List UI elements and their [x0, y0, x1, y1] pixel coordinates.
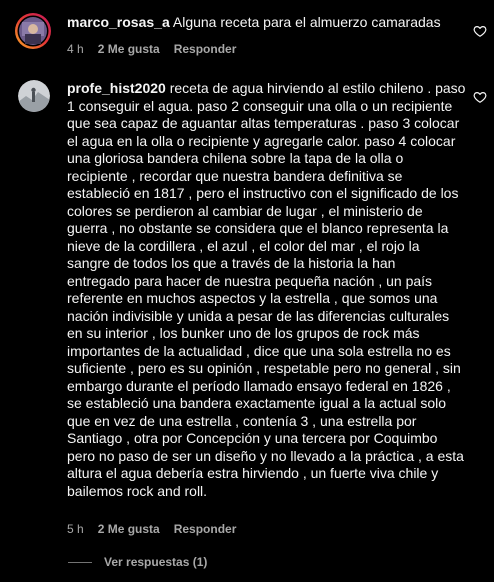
comment-text-line: sangre de todos los que a través de la h…: [67, 255, 396, 271]
view-replies-button[interactable]: Ver respuestas (1): [68, 555, 207, 569]
replies-divider: [68, 561, 92, 563]
comment-text-line: entregado para hacer de nuestra pequeña …: [67, 272, 433, 289]
comment-text-line: nación indivisible y unida a pesar de la…: [67, 307, 450, 324]
comment-text-line: colores se perdieron al cambiar de lugar…: [67, 202, 423, 219]
likes-count[interactable]: 2 Me gusta: [98, 42, 160, 56]
avatar-image: [18, 80, 50, 112]
comment-text-line: Santiago , otra por Concepción y una ter…: [67, 430, 438, 446]
avatar[interactable]: [14, 12, 52, 50]
comment-text-line: recipiente , recordar que nuestra bander…: [67, 167, 403, 184]
comment-username[interactable]: marco_rosas_a: [67, 14, 170, 30]
view-replies-label: Ver respuestas (1): [104, 555, 208, 569]
comment-text-line: en su interior , los bunker uno de los g…: [67, 325, 420, 341]
comment-text-line: que en vez de una estrella , contenía 3 …: [67, 412, 417, 429]
comment-text-line: receta de agua hirviendo al estilo chile…: [169, 80, 466, 96]
comments-panel: marco_rosas_a Alguna receta para el almu…: [0, 0, 494, 582]
likes-count[interactable]: 2 Me gusta: [98, 522, 160, 536]
comment-text-line: bailemos rock and roll.: [67, 482, 208, 499]
comment-meta: 5 h 2 Me gusta Responder: [67, 522, 236, 536]
comment-body: marco_rosas_a Alguna receta para el almu…: [67, 14, 467, 32]
comment-text: Alguna receta para el almuerzo camaradas: [172, 14, 441, 30]
comment-text-line: estableció en 1817 , pero el instructivo…: [67, 185, 459, 201]
comment-meta: 4 h 2 Me gusta Responder: [67, 42, 236, 56]
comment-body: profe_hist2020 receta de agua hirviendo …: [67, 80, 477, 500]
reply-button[interactable]: Responder: [174, 42, 237, 56]
avatar-image: [15, 13, 51, 49]
comment-text-line: altura el agua debería estra hirviendo ,…: [67, 465, 439, 481]
comment-username[interactable]: profe_hist2020: [67, 80, 166, 96]
comment-text-line: el agua en la olla o recipiente y agrega…: [67, 132, 456, 149]
reply-button[interactable]: Responder: [174, 522, 237, 536]
comment-text-line: una gloriosa bandera chilena sobre la ta…: [67, 150, 404, 166]
comment-text-line: pero no paso de ser un diseño y no lleva…: [67, 447, 464, 464]
comment-text-line: que sea capaz de aguantar altas temperat…: [67, 115, 460, 131]
comment-text-line: guerra , no obstante se considera que el…: [67, 220, 449, 236]
comment-text-line: embargo durante el período llamado ensay…: [67, 377, 451, 394]
comment-text-line: suficiente , pero es su opinión , respet…: [67, 360, 461, 376]
heart-outline-icon[interactable]: [473, 90, 487, 104]
comment-text-line: referente en muchos aspectos y la estrel…: [67, 290, 438, 306]
heart-outline-icon[interactable]: [473, 24, 487, 38]
avatar[interactable]: [18, 80, 50, 112]
comment-time: 5 h: [67, 522, 84, 536]
comment-text-line: se estableció una bandera exactamente ig…: [67, 395, 447, 411]
comment-time: 4 h: [67, 42, 84, 56]
comment-text-line: nieve de la cordillera , el azul , el co…: [67, 237, 420, 254]
comment-text-line: 1 conseguir el agua. paso 2 conseguir un…: [67, 97, 453, 114]
comment-text-line: importantes de la actualidad , dice que …: [67, 342, 451, 359]
